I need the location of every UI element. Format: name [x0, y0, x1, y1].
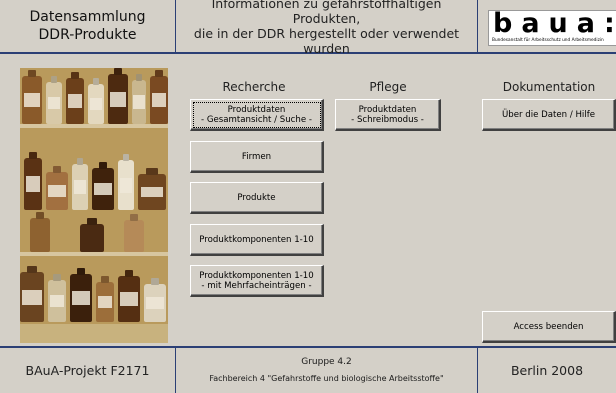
app-title-line1: Datensammlung — [29, 9, 146, 25]
produktkomponenten-mehrfach-label-line2: - mit Mehrfacheinträgen - — [201, 280, 312, 291]
fachbereich-label: Fachbereich 4 "Gefahrstoffe und biologis… — [209, 374, 444, 383]
shelf — [20, 124, 168, 128]
access-beenden-label: Access beenden — [513, 321, 584, 332]
firmen-button[interactable]: Firmen — [190, 141, 324, 173]
produktdaten-suche-button[interactable]: Produktdaten - Gesamtansicht / Suche - — [190, 99, 324, 131]
produktkomponenten-label: Produktkomponenten 1-10 — [199, 234, 314, 245]
app-description-line2: die in der DDR hergestellt oder verwende… — [193, 26, 460, 56]
produktkomponenten-button[interactable]: Produktkomponenten 1-10 — [190, 224, 324, 256]
shelf — [20, 252, 168, 256]
column-heading-recherche: Recherche — [222, 80, 286, 94]
app-title: Datensammlung DDR-Produkte — [0, 0, 176, 52]
ueber-daten-hilfe-label: Über die Daten / Hilfe — [501, 109, 596, 120]
firmen-label: Firmen — [241, 151, 272, 162]
gruppe-label: Gruppe 4.2 — [301, 357, 352, 367]
projekt-label: BAuA-Projekt F2171 — [25, 363, 150, 378]
produktdaten-schreibmodus-label-line2: - Schreibmodus - — [351, 114, 424, 125]
footer-ort-jahr: Berlin 2008 — [478, 348, 616, 393]
baua-logo-subtext: Bundesanstalt für Arbeitsschutz und Arbe… — [492, 38, 604, 43]
ueber-daten-hilfe-button[interactable]: Über die Daten / Hilfe — [482, 99, 616, 131]
produktdaten-suche-label-line2: - Gesamtansicht / Suche - — [201, 114, 312, 125]
column-heading-pflege: Pflege — [369, 80, 407, 94]
access-beenden-button[interactable]: Access beenden — [482, 311, 616, 343]
produktdaten-schreibmodus-button[interactable]: Produktdaten - Schreibmodus - — [335, 99, 441, 131]
produktdaten-schreibmodus-label-line1: Produktdaten — [358, 104, 417, 115]
produkte-label: Produkte — [237, 192, 276, 203]
baua-logo: baua: Bundesanstalt für Arbeitsschutz un… — [488, 10, 616, 46]
footer-bar: BAuA-Projekt F2171 Gruppe 4.2 Fachbereic… — [0, 346, 616, 393]
chemical-bottles-photo — [20, 68, 168, 343]
footer-gruppe: Gruppe 4.2 Fachbereich 4 "Gefahrstoffe u… — [176, 348, 478, 393]
produktkomponenten-mehrfach-label-line1: Produktkomponenten 1-10 — [199, 270, 314, 281]
app-description-line1: Informationen zu gefahrstoffhaltigen Pro… — [211, 0, 442, 26]
app-description: Informationen zu gefahrstoffhaltigen Pro… — [176, 0, 478, 56]
column-heading-dokumentation: Dokumentation — [502, 80, 596, 94]
baua-logo-text: baua: — [493, 10, 616, 39]
footer-projekt: BAuA-Projekt F2171 — [0, 348, 176, 393]
shelf-base — [20, 324, 168, 343]
produktdaten-suche-label-line1: Produktdaten — [227, 104, 286, 115]
produktkomponenten-mehrfach-button[interactable]: Produktkomponenten 1-10 - mit Mehrfachei… — [190, 265, 324, 297]
app-title-line2: DDR-Produkte — [38, 27, 137, 43]
produkte-button[interactable]: Produkte — [190, 182, 324, 214]
ort-jahr-label: Berlin 2008 — [510, 363, 584, 378]
